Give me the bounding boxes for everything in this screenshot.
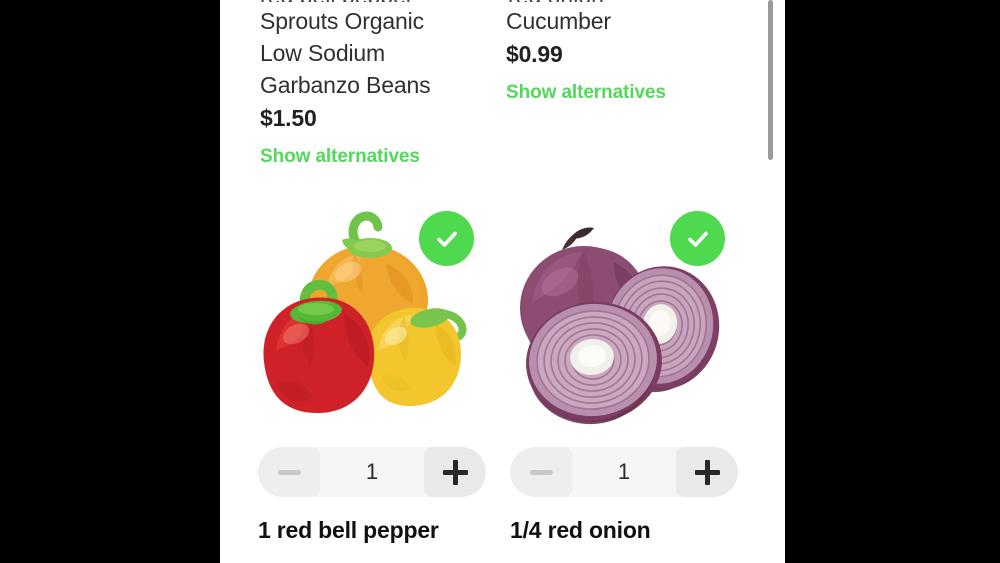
check-icon xyxy=(687,231,708,247)
ingredient-row: 1 1 red bell pepper 1 1/4 red onion xyxy=(220,190,785,545)
scrollbar-thumb[interactable] xyxy=(768,0,773,160)
product-row: Sprouts Organic Low Sodium Garbanzo Bean… xyxy=(220,0,785,170)
product-name: Sprouts Organic Low Sodium Garbanzo Bean… xyxy=(260,8,431,98)
decrement-button[interactable] xyxy=(258,447,320,497)
decrement-button[interactable] xyxy=(510,447,572,497)
show-alternatives-link[interactable]: Show alternatives xyxy=(260,134,420,170)
quantity-stepper-0: 1 xyxy=(258,447,486,497)
product-card-1: Cucumber $0.99 Show alternatives xyxy=(468,0,748,170)
screen-root: red bell pepper red onion Sprouts Organi… xyxy=(0,0,1000,563)
ingredient-image-wrap xyxy=(258,190,474,435)
check-icon xyxy=(436,231,457,247)
quantity-stepper-1: 1 xyxy=(510,447,738,497)
ingredient-card-red-bell-pepper: 1 1 red bell pepper xyxy=(220,190,486,545)
ingredient-selected-check-0[interactable] xyxy=(419,211,474,266)
product-card-0: Sprouts Organic Low Sodium Garbanzo Bean… xyxy=(220,0,468,170)
show-alternatives-link[interactable]: Show alternatives xyxy=(506,70,666,106)
product-price: $1.50 xyxy=(260,105,317,131)
quantity-value[interactable]: 1 xyxy=(320,447,424,497)
quantity-value[interactable]: 1 xyxy=(572,447,676,497)
plus-icon xyxy=(442,459,468,485)
ingredient-label: 1 red bell pepper xyxy=(258,517,439,543)
app-viewport: red bell pepper red onion Sprouts Organi… xyxy=(220,0,785,563)
ingredient-image-wrap xyxy=(510,190,725,435)
ingredient-selected-check-1[interactable] xyxy=(670,211,725,266)
minus-icon xyxy=(277,469,301,475)
minus-icon xyxy=(529,469,553,475)
scrollbar-track[interactable] xyxy=(768,0,779,563)
ingredient-label: 1/4 red onion xyxy=(510,517,651,543)
product-price: $0.99 xyxy=(506,41,563,67)
plus-icon xyxy=(694,459,720,485)
ingredient-card-red-onion: 1 1/4 red onion xyxy=(468,190,753,545)
product-name: Cucumber xyxy=(506,8,611,34)
increment-button[interactable] xyxy=(676,447,738,497)
